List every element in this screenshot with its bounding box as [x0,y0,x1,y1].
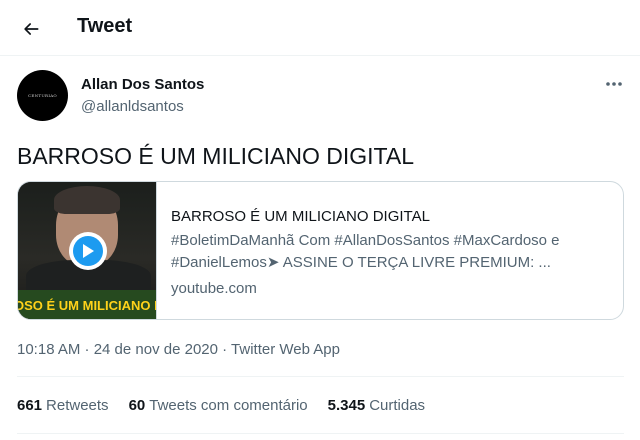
header: Tweet [0,0,640,56]
retweets-stat[interactable]: 661 Retweets [17,397,109,417]
card-body: BARROSO É UM MILICIANO DIGITAL #BoletimD… [171,206,611,300]
card-domain: youtube.com [171,280,257,297]
likes-stat[interactable]: 5.345 Curtidas [328,397,425,417]
play-button[interactable] [69,232,107,270]
thumbnail-banner: OSO É UM MILICIANO D [18,290,157,319]
arrow-left-icon [24,23,39,35]
more-options-button[interactable] [600,72,628,96]
retweets-count: 661 [17,397,43,414]
comments-stat[interactable]: 60 Tweets com comentário [129,397,308,417]
likes-label: Curtidas [369,397,426,414]
play-icon [73,236,103,266]
comments-count: 60 [128,397,146,414]
avatar[interactable]: CENTURIAO [17,70,68,121]
thumbnail-banner-text: OSO É UM MILICIANO D [18,297,157,313]
link-card[interactable]: OSO É UM MILICIANO D BARROSO É UM MILICI… [17,181,624,320]
thumbnail-hair [54,186,120,214]
card-title: BARROSO É UM MILICIANO DIGITAL [171,208,430,225]
back-button[interactable] [14,12,48,46]
video-thumbnail[interactable]: OSO É UM MILICIANO D [18,182,157,319]
author-display-name[interactable]: Allan Dos Santos [81,76,204,93]
author-handle[interactable]: @allanldsantos [81,98,184,115]
tweet-text: BARROSO É UM MILICIANO DIGITAL [17,143,415,169]
more-horizontal-icon [606,82,622,86]
card-description: #BoletimDaManhã Com #AllanDosSantos #Max… [171,232,560,271]
divider [17,433,624,434]
avatar-logo-text: CENTURIAO [28,93,57,98]
comments-label: Tweets com comentário [149,397,308,414]
tweet-stats: 661 Retweets 60 Tweets com comentário 5.… [17,397,425,417]
likes-count: 5.345 [327,397,366,414]
divider [17,376,624,377]
tweet-timestamp[interactable]: 10:18 AM · 24 de nov de 2020 · Twitter W… [17,341,340,358]
retweets-label: Retweets [46,397,109,414]
page-title: Tweet [77,15,133,37]
